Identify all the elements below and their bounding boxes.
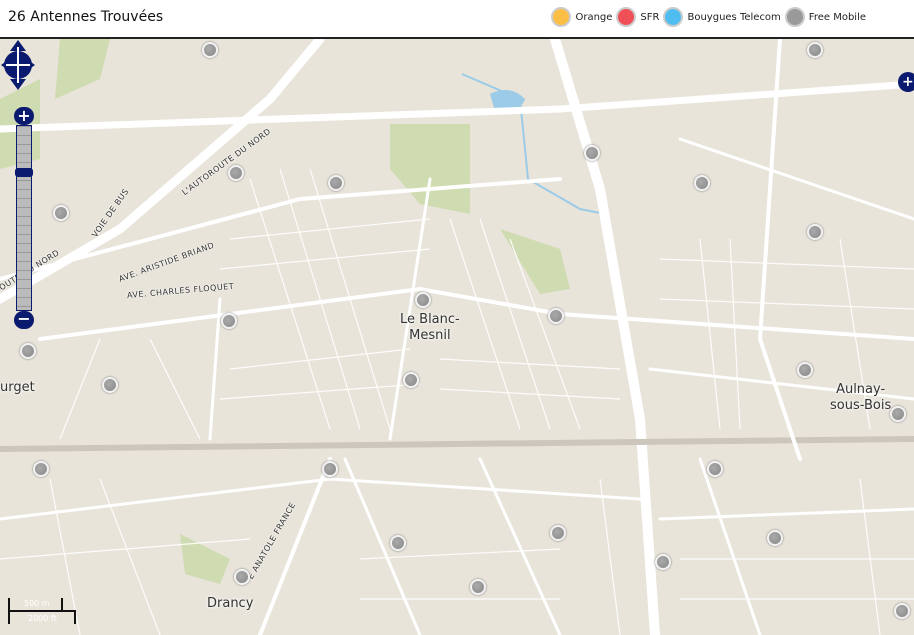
antenna-marker[interactable] xyxy=(550,525,566,541)
antenna-marker[interactable] xyxy=(707,461,723,477)
antenna-marker[interactable] xyxy=(102,377,118,393)
map[interactable]: L'AUTOROUTE DU NORD OUTE DU NORD VOIE DE… xyxy=(0,39,914,635)
legend-bouygues[interactable]: Bouygues Telecom xyxy=(663,7,781,27)
antenna-marker[interactable] xyxy=(894,603,910,619)
antenna-marker[interactable] xyxy=(694,175,710,191)
antenna-marker[interactable] xyxy=(767,530,783,546)
antenna-marker[interactable] xyxy=(403,372,419,388)
antenna-marker[interactable] xyxy=(655,554,671,570)
place-label-aulnay: Aulnay- sous-Bois xyxy=(830,382,892,413)
place-label-le-bourget: urget xyxy=(0,380,35,395)
zoom-in-button[interactable]: + xyxy=(14,107,34,125)
antenna-marker[interactable] xyxy=(20,343,36,359)
antenna-marker[interactable] xyxy=(470,579,486,595)
zoom-out-button[interactable]: − xyxy=(14,311,34,329)
page-title: 26 Antennes Trouvées xyxy=(8,9,164,25)
sfr-dot-icon xyxy=(616,7,637,27)
antenna-marker[interactable] xyxy=(797,362,813,378)
pan-control[interactable] xyxy=(0,39,36,91)
antenna-marker[interactable] xyxy=(328,175,344,191)
antenna-marker[interactable] xyxy=(221,313,237,329)
zoom-slider-handle[interactable] xyxy=(15,168,33,177)
antenna-marker[interactable] xyxy=(228,165,244,181)
bouygues-dot-icon xyxy=(663,7,684,27)
place-label-drancy: Drancy xyxy=(207,596,254,611)
legend-free[interactable]: Free Mobile xyxy=(784,7,866,27)
antenna-marker[interactable] xyxy=(234,569,250,585)
antenna-marker[interactable] xyxy=(890,406,906,422)
antenna-marker[interactable] xyxy=(807,42,823,58)
scale-metric: 500 m xyxy=(24,599,50,608)
zoom-bar[interactable]: + − xyxy=(14,107,34,329)
place-label-le-blanc-mesnil: Le Blanc- Mesnil xyxy=(400,312,460,343)
scale-imperial: 2000 ft xyxy=(28,614,57,623)
antenna-marker[interactable] xyxy=(807,224,823,240)
legend-orange[interactable]: Orange xyxy=(551,7,612,27)
zoom-slider-track[interactable] xyxy=(15,125,33,311)
antenna-marker[interactable] xyxy=(53,205,69,221)
orange-dot-icon xyxy=(551,7,572,27)
antenna-marker[interactable] xyxy=(33,461,49,477)
free-dot-icon xyxy=(784,7,805,27)
layer-switcher-button[interactable]: + xyxy=(898,72,914,92)
scale-bar: 500 m 2000 ft xyxy=(8,595,78,631)
antenna-marker[interactable] xyxy=(322,461,338,477)
legend: Orange SFR Bouygues Telecom Free Mobile xyxy=(547,7,866,27)
antenna-marker[interactable] xyxy=(584,145,600,161)
antenna-marker[interactable] xyxy=(548,308,564,324)
header: 26 Antennes Trouvées Orange SFR Bouygues… xyxy=(0,0,914,39)
antenna-marker[interactable] xyxy=(202,42,218,58)
legend-sfr[interactable]: SFR xyxy=(616,7,659,27)
antenna-marker[interactable] xyxy=(390,535,406,551)
antenna-marker[interactable] xyxy=(415,292,431,308)
